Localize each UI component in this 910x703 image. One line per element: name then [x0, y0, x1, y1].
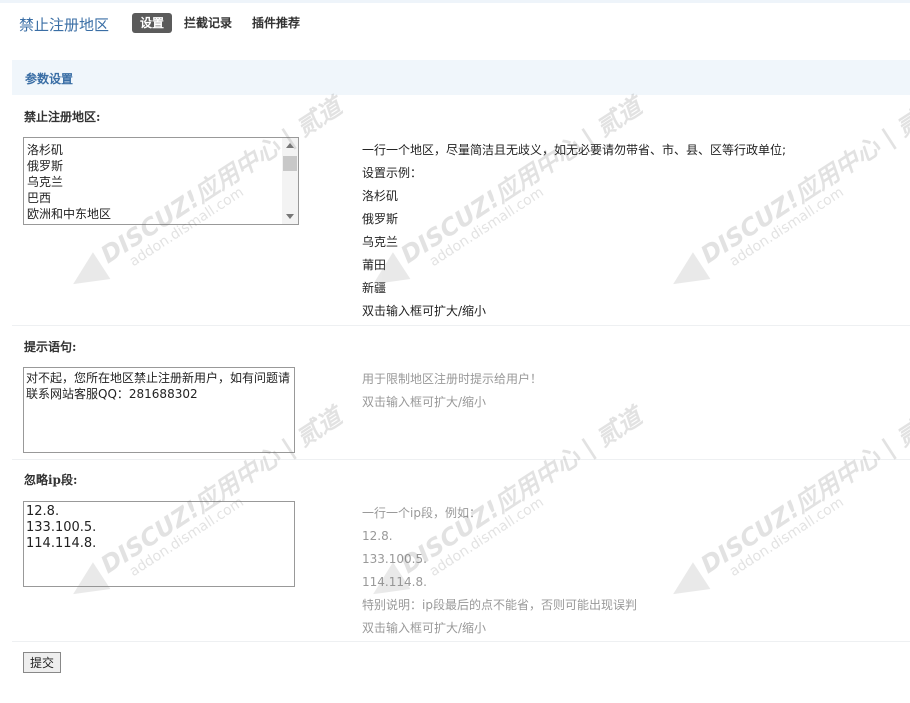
ignore-ip-textarea[interactable]: 12.8. 133.100.5. 114.114.8.: [23, 501, 295, 587]
help-line: 莆田: [362, 258, 387, 272]
scroll-down-icon[interactable]: [286, 214, 294, 219]
tab-plugin-recommend[interactable]: 插件推荐: [244, 13, 308, 33]
region-item: 欧洲和中东地区: [27, 207, 112, 221]
watermark-arrow-icon: [64, 252, 111, 298]
message-help: 用于限制地区注册时提示给用户！ 双击输入框可扩大/缩小: [362, 368, 542, 414]
message-label: 提示语句:: [24, 340, 77, 354]
watermark-arrow-icon: [664, 562, 711, 608]
divider: [12, 459, 910, 460]
help-line: 双击输入框可扩大/缩小: [362, 304, 487, 318]
region-item: 乌克兰: [27, 175, 64, 189]
help-line: 特别说明：ip段最后的点不能省，否则可能出现误判: [362, 598, 637, 612]
regions-help: 一行一个地区，尽量简洁且无歧义，如无必要请勿带省、市、县、区等行政单位; 设置示…: [362, 139, 786, 323]
scroll-thumb[interactable]: [283, 156, 297, 171]
ignore-ip-help: 一行一个ip段，例如： 12.8. 133.100.5. 114.114.8. …: [362, 502, 637, 640]
help-line: 12.8.: [362, 529, 393, 543]
divider: [12, 325, 910, 326]
region-item: 俄罗斯: [27, 159, 64, 173]
message-textarea[interactable]: 对不起，您所在地区禁止注册新用户，如有问题请联系网站客服QQ：281688302: [23, 367, 295, 453]
regions-textarea[interactable]: 洛杉矶俄罗斯乌克兰巴西欧洲和中东地区: [23, 137, 299, 225]
regions-label: 禁止注册地区:: [24, 110, 101, 124]
divider: [12, 641, 910, 642]
help-line: 乌克兰: [362, 235, 399, 249]
scroll-up-icon[interactable]: [286, 143, 294, 148]
regions-list: 洛杉矶俄罗斯乌克兰巴西欧洲和中东地区: [27, 142, 277, 222]
header: 禁止注册地区 设置 拦截记录 插件推荐: [0, 0, 910, 45]
help-line: 双击输入框可扩大/缩小: [362, 621, 487, 635]
help-line: 一行一个ip段，例如：: [362, 506, 481, 520]
tab-block-log[interactable]: 拦截记录: [176, 13, 240, 33]
plugin-title: 禁止注册地区: [19, 16, 110, 34]
watermark: DISCUZ!应用中心 | 贰道 addon.dismall.com: [638, 399, 910, 641]
help-line: 洛杉矶: [362, 189, 399, 203]
tab-bar: 设置 拦截记录 插件推荐: [132, 13, 312, 33]
help-line: 133.100.5.: [362, 552, 427, 566]
help-line: 用于限制地区注册时提示给用户！: [362, 372, 543, 386]
help-line: 俄罗斯: [362, 212, 399, 226]
help-line: 双击输入框可扩大/缩小: [362, 395, 487, 409]
help-line: 114.114.8.: [362, 575, 427, 589]
regions-scrollbar[interactable]: [282, 138, 298, 224]
help-line: 一行一个地区，尽量简洁且无歧义，如无必要请勿带省、市、县、区等行政单位;: [362, 143, 787, 157]
tab-settings[interactable]: 设置: [132, 13, 173, 33]
help-line: 设置示例：: [362, 166, 423, 180]
region-item: 巴西: [27, 191, 52, 205]
section-title: 参数设置: [25, 72, 74, 86]
submit-button[interactable]: 提交: [23, 652, 62, 673]
ignore-ip-label: 忽略ip段:: [24, 473, 78, 487]
help-line: 新疆: [362, 281, 387, 295]
section-header: 参数设置: [12, 60, 910, 95]
region-item: 洛杉矶: [27, 143, 64, 157]
